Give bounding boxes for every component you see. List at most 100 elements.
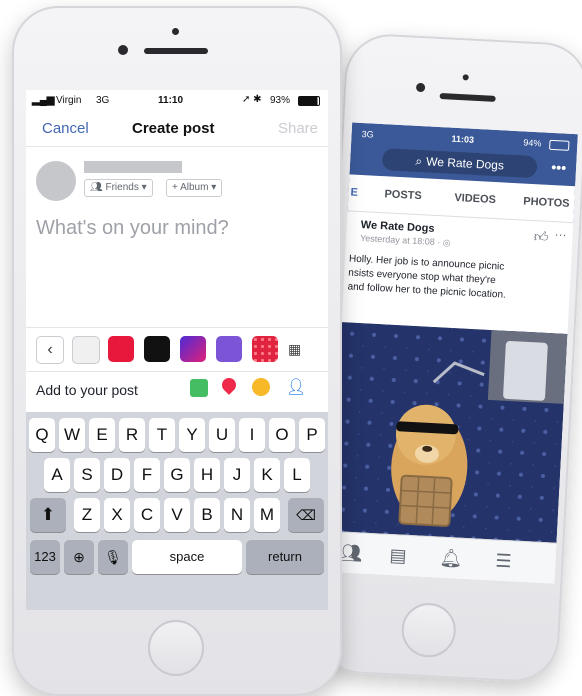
back-time: 11:03 [451, 133, 475, 145]
post-text: Holly. Her job is to announce picnic nsi… [347, 252, 507, 302]
avatar [36, 161, 76, 201]
back-screen: 3G 11:03 94% ⌕ We Rate Dogs ••• E POSTS V… [328, 122, 578, 584]
notifications-bell-icon[interactable]: 🔔︎ [439, 548, 463, 570]
post-text-input[interactable]: What's on your mind? [36, 217, 229, 240]
friends-icon[interactable]: 👥︎ [339, 542, 363, 564]
front-home-button [148, 620, 204, 676]
key-x[interactable]: X [104, 498, 130, 532]
key-k[interactable]: K [254, 458, 280, 492]
return-key[interactable]: return [246, 540, 324, 574]
key-h[interactable]: H [194, 458, 220, 492]
location-pin-icon[interactable] [219, 375, 239, 395]
key-s[interactable]: S [74, 458, 100, 492]
key-w[interactable]: W [59, 418, 85, 452]
marketplace-icon[interactable]: ▤ [389, 545, 407, 567]
swatch-pattern-red[interactable] [252, 336, 278, 362]
swatch-black[interactable] [144, 336, 170, 362]
tab-photos[interactable]: PHOTOS [523, 196, 570, 210]
tab-home-partial[interactable]: E [350, 186, 358, 198]
fb-header: 3G 11:03 94% ⌕ We Rate Dogs ••• E POSTS V… [347, 122, 578, 224]
search-icon: ⌕ [415, 153, 423, 169]
key-f[interactable]: F [134, 458, 160, 492]
earpiece-speaker [439, 93, 496, 102]
key-u[interactable]: U [209, 418, 235, 452]
like-icon[interactable]: 👍︎ [533, 228, 548, 246]
album-label: + Album [172, 182, 209, 193]
create-post-navbar: Cancel Create post Share [26, 112, 328, 147]
add-to-post-bar[interactable]: Add to your post 👤︎ [26, 371, 328, 408]
front-screen: ▂▄▆ Virgin 3G 11:10 ➚ ✱ 93% Cancel Creat… [26, 90, 328, 610]
key-l[interactable]: L [284, 458, 310, 492]
key-c[interactable]: C [134, 498, 160, 532]
post-meta: Yesterday at 18:08 · ◎ [360, 233, 451, 249]
key-y[interactable]: Y [179, 418, 205, 452]
microphone-icon[interactable]: 🎙︎ [98, 540, 128, 574]
share-button[interactable]: Share [278, 120, 318, 137]
post-page-name[interactable]: We Rate Dogs [361, 219, 435, 235]
tab-posts[interactable]: POSTS [384, 188, 422, 202]
key-a[interactable]: A [44, 458, 70, 492]
swatch-red[interactable] [108, 336, 134, 362]
album-selector[interactable]: + Album ▾ [166, 179, 223, 197]
signal-icon: ▂▄▆ [32, 95, 55, 106]
front-camera [415, 82, 426, 93]
location-bluetooth-icon: ➚ ✱ [242, 94, 262, 105]
user-name-redacted [84, 161, 182, 173]
post-photo-dog[interactable] [330, 322, 568, 544]
back-phone: 3G 11:03 94% ⌕ We Rate Dogs ••• E POSTS V… [313, 32, 582, 684]
swatch-violet[interactable] [216, 336, 242, 362]
audience-selector[interactable]: 👥︎ Friends ▾ [84, 179, 153, 197]
background-color-picker: ‹ ▦ [26, 327, 328, 370]
audience-label: Friends [105, 182, 139, 193]
menu-hamburger-icon[interactable]: ☰ [495, 551, 512, 573]
post-timestamp: Yesterday at 18:08 · [359, 233, 441, 248]
keyboard: QWERTYUIOP ASDFGHJKL ZXCVBNM ⬆ ⌫ 123 ⊕ 🎙… [26, 412, 328, 610]
key-m[interactable]: M [254, 498, 280, 532]
swatch-purple-gradient[interactable] [180, 336, 206, 362]
key-p[interactable]: P [299, 418, 325, 452]
key-q[interactable]: Q [29, 418, 55, 452]
search-query: We Rate Dogs [425, 154, 505, 173]
key-e[interactable]: E [89, 418, 115, 452]
carrier: Virgin [56, 95, 82, 106]
status-time: 11:10 [158, 95, 184, 106]
friends-icon: 👥︎ [90, 182, 103, 193]
key-z[interactable]: Z [74, 498, 100, 532]
key-d[interactable]: D [104, 458, 130, 492]
back-status-bar: 3G 11:03 94% [352, 128, 578, 151]
key-j[interactable]: J [224, 458, 250, 492]
sensor-dot [462, 74, 469, 81]
grid-icon[interactable]: ▦ [288, 341, 301, 358]
add-to-post-label: Add to your post [36, 382, 138, 398]
photo-icon[interactable] [190, 379, 208, 397]
post-options-icon[interactable]: ··· [554, 227, 567, 242]
chevron-left-icon[interactable]: ‹ [36, 336, 64, 364]
globe-icon[interactable]: ⊕ [64, 540, 94, 574]
key-g[interactable]: G [164, 458, 190, 492]
key-b[interactable]: B [194, 498, 220, 532]
numbers-key[interactable]: 123 [30, 540, 60, 574]
battery-icon [298, 96, 320, 106]
page-search-field[interactable]: ⌕ We Rate Dogs [381, 148, 538, 179]
shift-key[interactable]: ⬆ [30, 498, 66, 532]
globe-icon: ◎ [442, 237, 451, 248]
tag-people-icon[interactable]: 👤︎ [286, 377, 306, 397]
key-o[interactable]: O [269, 418, 295, 452]
key-i[interactable]: I [239, 418, 265, 452]
post-composer: 👥︎ Friends ▾ + Album ▾ What's on your mi… [26, 147, 328, 327]
swatch-white[interactable] [72, 336, 100, 364]
space-key[interactable]: space [132, 540, 242, 574]
backspace-key[interactable]: ⌫ [288, 498, 324, 532]
feeling-emoji-icon[interactable] [252, 378, 270, 396]
tab-videos[interactable]: VIDEOS [454, 192, 496, 206]
cancel-button[interactable]: Cancel [42, 120, 89, 137]
key-n[interactable]: N [224, 498, 250, 532]
chevron-down-icon: ▾ [211, 182, 217, 193]
key-v[interactable]: V [164, 498, 190, 532]
key-r[interactable]: R [119, 418, 145, 452]
front-status-bar: ▂▄▆ Virgin 3G 11:10 ➚ ✱ 93% [26, 90, 328, 112]
key-t[interactable]: T [149, 418, 175, 452]
front-camera [118, 45, 128, 55]
sensor-dot [172, 28, 179, 35]
more-icon[interactable]: ••• [551, 159, 567, 176]
